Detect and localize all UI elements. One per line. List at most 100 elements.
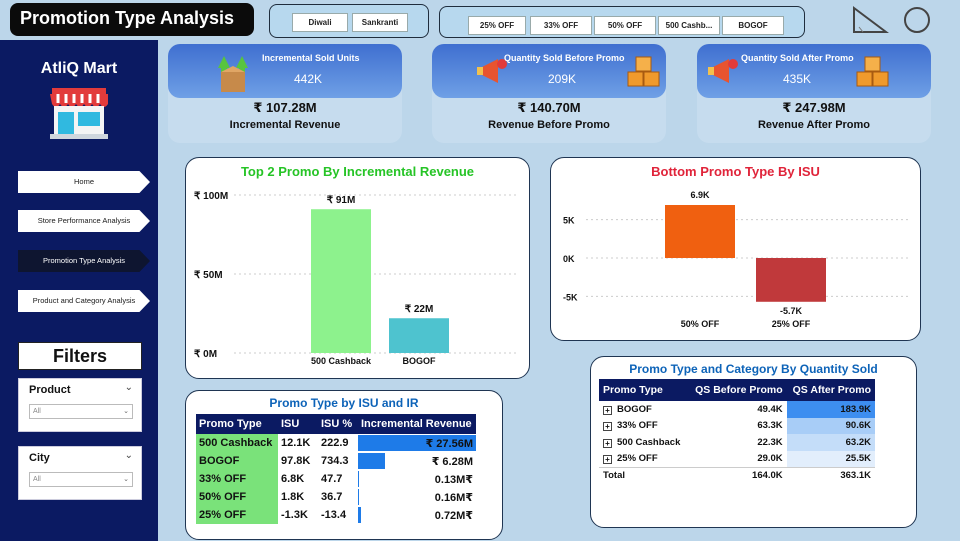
chevron-down-icon[interactable]: ⌄ (125, 450, 133, 461)
data-label: ₹ 91M (327, 195, 356, 206)
kpi-after-promo: Quantity Sold After Promo 435K ₹ 247.98M… (697, 44, 931, 143)
box-arrows-icon (218, 56, 248, 92)
kpi-incremental-units-value: 442K (294, 72, 323, 86)
table-row[interactable]: + BOGOF 49.4K 183.9K (599, 401, 875, 418)
y-tick-label: -5K (563, 292, 578, 302)
promo-type-slicer: 25% OFF 33% OFF 50% OFF 500 Cashb... BOG… (439, 6, 805, 38)
table-row[interactable]: 500 Cashback 12.1K 222.9 ₹ 27.56M (196, 434, 476, 452)
y-tick-label: ₹ 0M (194, 349, 217, 360)
city-dropdown-value: All (33, 476, 41, 483)
kpi-before-promo: Quantity Sold Before Promo 209K ₹ 140.70… (432, 44, 666, 143)
y-tick-label: 0K (563, 254, 575, 264)
col-incremental-revenue[interactable]: Incremental Revenue (358, 414, 476, 434)
store-icon (50, 88, 108, 139)
cell-isu-pct: 47.7 (321, 473, 343, 485)
table-row[interactable]: +25% OFF 29.0K 25.5K (599, 450, 875, 468)
table-row[interactable]: BOGOF 97.8K 734.3 ₹ 6.28M (196, 452, 476, 470)
total-before: 164.0K (689, 466, 787, 484)
bar[interactable] (311, 209, 371, 353)
dropdown-arrow-icon: ⌄ (123, 476, 129, 483)
total-after: 363.1K (786, 466, 875, 484)
product-dropdown-value: All (33, 408, 41, 415)
cell-promo[interactable]: +33% OFF (599, 418, 689, 435)
col-isu-pct[interactable]: ISU % (318, 414, 358, 434)
expand-icon[interactable]: + (603, 422, 612, 432)
col-qs-before[interactable]: QS Before Promo (689, 379, 787, 401)
bottom-promo-chart: 5K 0K -5K 6.9K 50% OFF -5.7K 25% OFF (563, 190, 911, 329)
bar[interactable] (756, 258, 826, 302)
dropdown-arrow-icon: ⌄ (123, 408, 129, 415)
nav-store-performance[interactable]: Store Performance Analysis (18, 210, 150, 232)
total-row: Total 164.0K 363.1K (599, 466, 875, 484)
col-isu[interactable]: ISU (278, 414, 318, 434)
kpi-revenue-after-value: ₹ 247.98M (782, 100, 846, 115)
table-row[interactable]: 25% OFF -1.3K -13.4 0.72M₹ (196, 506, 476, 524)
cell-value: ₹ 6.28M (431, 455, 473, 468)
y-tick-label: 5K (563, 216, 575, 226)
cell-promo: 500 Cashback (196, 434, 278, 452)
chip-500-cashback[interactable]: 500 Cashb... (658, 16, 720, 35)
table-row[interactable]: 50% OFF 1.8K 36.7 0.16M₹ (196, 488, 476, 506)
cell-isu: 1.8K (281, 491, 305, 503)
total-label: Total (599, 466, 689, 484)
cell-promo[interactable]: + BOGOF (599, 401, 689, 418)
kpi-revenue-before-value: ₹ 140.70M (517, 100, 581, 115)
nav-product-category[interactable]: Product and Category Analysis (18, 290, 150, 312)
filters-title: Filters (18, 342, 142, 370)
data-bar (358, 453, 386, 469)
chip-sankranti[interactable]: Sankranti (352, 13, 408, 32)
col-promo-type[interactable]: Promo Type (599, 379, 689, 401)
cell-promo[interactable]: +500 Cashback (599, 434, 689, 451)
chevron-down-icon[interactable]: ⌄ (125, 382, 133, 393)
table-title: Promo Type and Category By Quantity Sold (629, 362, 878, 376)
cell-promo[interactable]: +25% OFF (599, 451, 689, 468)
city-filter-label: City (29, 452, 50, 464)
chip-50-off[interactable]: 50% OFF (594, 16, 656, 35)
page-title: Promotion Type Analysis (10, 3, 254, 36)
cell-value: 0.16M₹ (434, 491, 473, 504)
cell-qs-before: 49.4K (757, 403, 783, 415)
circle-icon[interactable] (902, 5, 932, 35)
cell-qs-after: 25.5K (786, 450, 875, 467)
product-filter: Product ⌄ All ⌄ (18, 378, 142, 432)
table-row[interactable]: +33% OFF 63.3K 90.6K (599, 417, 875, 435)
isu-ir-table-panel: Promo Type by ISU and IR Promo Type ISU … (185, 390, 503, 540)
col-qs-after[interactable]: QS After Promo (786, 379, 875, 401)
triangle-ruler-icon[interactable] (851, 5, 889, 35)
kpi-incremental-revenue-value: ₹ 107.28M (253, 100, 317, 115)
cell-promo: 33% OFF (196, 470, 278, 488)
chip-diwali[interactable]: Diwali (292, 13, 348, 32)
chip-25-off[interactable]: 25% OFF (468, 16, 526, 35)
table-row[interactable]: +500 Cashback 22.3K 63.2K (599, 434, 875, 451)
expand-icon[interactable]: + (603, 455, 612, 464)
data-label: -5.7K (780, 306, 803, 316)
bar[interactable] (389, 318, 449, 353)
cell-incremental-revenue: ₹ 6.28M (358, 452, 476, 470)
product-dropdown[interactable]: All ⌄ (29, 404, 133, 419)
cell-isu: 6.8K (281, 473, 305, 485)
expand-icon[interactable]: + (603, 438, 612, 448)
cell-promo: BOGOF (196, 452, 278, 470)
table-row[interactable]: 33% OFF 6.8K 47.7 0.13M₹ (196, 470, 476, 488)
qs-table-panel: Promo Type and Category By Quantity Sold… (590, 356, 917, 528)
city-filter: City ⌄ All ⌄ (18, 446, 142, 500)
expand-icon[interactable]: + (603, 405, 612, 415)
x-tick-label: 500 Cashback (311, 356, 372, 366)
city-dropdown[interactable]: All ⌄ (29, 472, 133, 487)
kpi-revenue-before-label: Revenue Before Promo (488, 119, 610, 131)
kpi-incremental: Incremental Sold Units 442K ₹ 107.28M In… (168, 44, 402, 143)
nav-home[interactable]: Home (18, 171, 150, 193)
chip-33-off[interactable]: 33% OFF (530, 16, 592, 35)
cell-value: 0.13M₹ (434, 473, 473, 486)
col-promo-type[interactable]: Promo Type (196, 414, 278, 434)
cell-isu-pct: 222.9 (321, 437, 349, 449)
chip-bogof[interactable]: BOGOF (722, 16, 784, 35)
bar[interactable] (665, 205, 735, 258)
cell-incremental-revenue: ₹ 27.56M (358, 434, 476, 452)
x-tick-label: 25% OFF (772, 319, 811, 329)
nav-promotion-type[interactable]: Promotion Type Analysis (18, 250, 150, 272)
cell-qs-before: 63.3K (757, 420, 783, 432)
kpi-qs-after-label: Quantity Sold After Promo (741, 53, 854, 63)
cell-value: 25% OFF (617, 453, 658, 464)
cell-qs-after: 63.2K (786, 434, 875, 451)
